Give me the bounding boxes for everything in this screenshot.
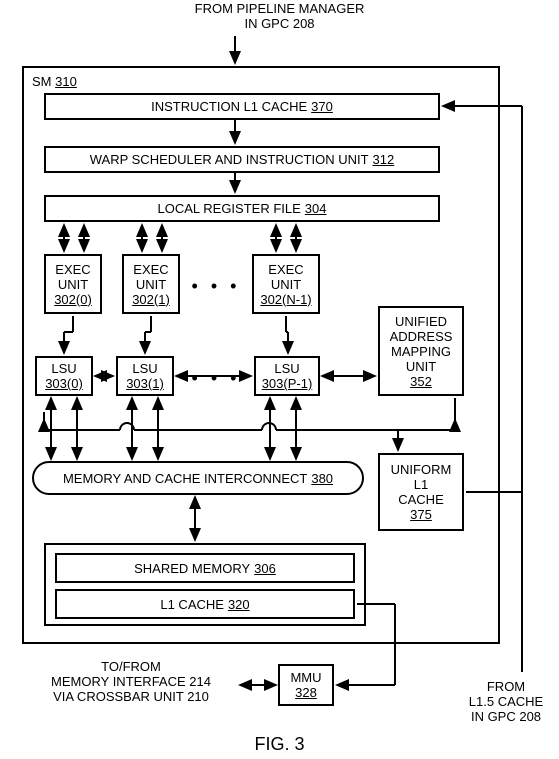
text: WARP SCHEDULER AND INSTRUCTION UNIT [90,152,369,167]
text: UNIT [406,359,436,374]
exec-unit-n: EXEC UNIT 302(N-1) [252,254,320,314]
label-from-l15-cache: FROM L1.5 CACHE IN GPC 208 [456,680,556,725]
text: UNIT [58,277,88,292]
text: MEMORY INTERFACE 214 [26,675,236,690]
text: CACHE [398,492,444,507]
text: FROM PIPELINE MANAGER [0,2,559,17]
ref-num: 375 [410,507,432,522]
dots: • • • [186,276,246,297]
text: MMU [290,670,321,685]
text: IN GPC 208 [456,710,556,725]
label-from-pipeline-manager: FROM PIPELINE MANAGER IN GPC 208 [0,2,559,32]
figure-number: FIG. 3 [0,734,559,755]
text: UNIT [136,277,166,292]
ref-num: 380 [311,471,333,486]
mmu-block: MMU 328 [278,664,334,706]
ref-num: 306 [254,561,276,576]
dots: • • • [186,368,246,389]
text: MEMORY AND CACHE INTERCONNECT [63,471,307,486]
text: TO/FROM [26,660,236,675]
text: FROM [456,680,556,695]
ref-num: 302(0) [54,292,92,307]
text: LSU [274,361,299,376]
shared-memory: SHARED MEMORY 306 [55,553,355,583]
lsu-1: LSU 303(1) [116,356,174,396]
uniform-l1-cache: UNIFORM L1 CACHE 375 [378,453,464,531]
text: EXEC [133,262,168,277]
ref-num: 352 [410,374,432,389]
text: MAPPING [391,344,451,359]
text: SM [32,74,52,89]
sm-title: SM 310 [26,70,83,93]
lsu-0: LSU 303(0) [35,356,93,396]
ref-num: 370 [311,99,333,114]
text: UNIFIED [395,314,447,329]
text: L1 [414,477,428,492]
text: SHARED MEMORY [134,561,250,576]
local-register-file: LOCAL REGISTER FILE 304 [44,195,440,222]
text: ADDRESS [390,329,453,344]
ref-num: 320 [228,597,250,612]
text: LOCAL REGISTER FILE [158,201,301,216]
ref-num: 302(N-1) [260,292,311,307]
unified-address-mapping-unit: UNIFIED ADDRESS MAPPING UNIT 352 [378,306,464,396]
text: LSU [132,361,157,376]
text: INSTRUCTION L1 CACHE [151,99,307,114]
text: L1.5 CACHE [456,695,556,710]
label-to-from-memory-interface: TO/FROM MEMORY INTERFACE 214 VIA CROSSBA… [26,660,236,705]
text: EXEC [55,262,90,277]
text: L1 CACHE [160,597,224,612]
exec-unit-1: EXEC UNIT 302(1) [122,254,180,314]
ref-num: 304 [305,201,327,216]
text: EXEC [268,262,303,277]
text: LSU [51,361,76,376]
text: UNIFORM [391,462,452,477]
ref-num: 302(1) [132,292,170,307]
text: IN GPC 208 [0,17,559,32]
warp-scheduler: WARP SCHEDULER AND INSTRUCTION UNIT 312 [44,146,440,173]
exec-unit-0: EXEC UNIT 302(0) [44,254,102,314]
ref-num: 312 [373,152,395,167]
lsu-p: LSU 303(P-1) [254,356,320,396]
ref-num: 310 [55,74,77,89]
ref-num: 303(1) [126,376,164,391]
ref-num: 303(0) [45,376,83,391]
instruction-l1-cache: INSTRUCTION L1 CACHE 370 [44,93,440,120]
memory-cache-interconnect: MEMORY AND CACHE INTERCONNECT 380 [32,461,364,495]
text: UNIT [271,277,301,292]
l1-cache: L1 CACHE 320 [55,589,355,619]
ref-num: 328 [295,685,317,700]
ref-num: 303(P-1) [262,376,313,391]
text: VIA CROSSBAR UNIT 210 [26,690,236,705]
